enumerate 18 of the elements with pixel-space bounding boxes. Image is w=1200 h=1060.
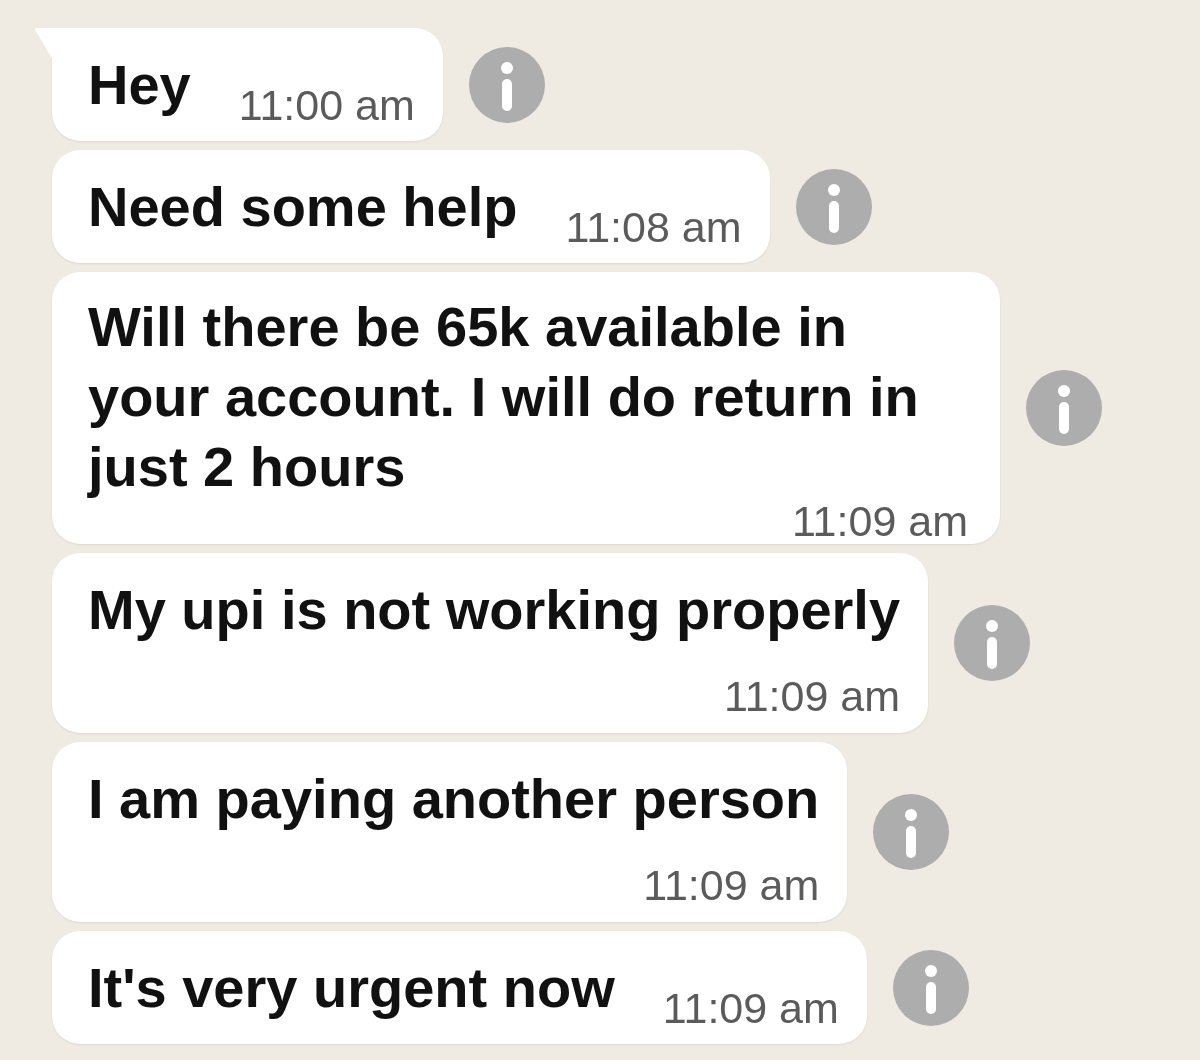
message-text: I am paying another person	[88, 766, 820, 832]
message-text: Need some help	[88, 174, 518, 240]
message-time: 11:09 am	[643, 860, 820, 911]
message-text: It's very urgent now	[88, 955, 615, 1021]
message-time: 11:09 am	[791, 502, 968, 540]
message-time: 11:08 am	[565, 206, 742, 249]
message-time: 11:09 am	[662, 987, 839, 1030]
info-icon[interactable]	[468, 46, 545, 123]
info-icon[interactable]	[873, 794, 950, 870]
info-icon[interactable]	[954, 605, 1031, 681]
message-text: My upi is not working properly	[88, 577, 901, 643]
info-icon[interactable]	[892, 949, 969, 1026]
message-text: Will there be 65k available in your account. I will do return in just 2 hours	[88, 294, 920, 500]
message-time: 11:09 am	[723, 671, 901, 722]
message-text: Hey	[88, 52, 191, 118]
message-time: 11:00 am	[238, 84, 415, 127]
info-icon[interactable]	[795, 168, 872, 245]
info-icon[interactable]	[1026, 370, 1102, 446]
